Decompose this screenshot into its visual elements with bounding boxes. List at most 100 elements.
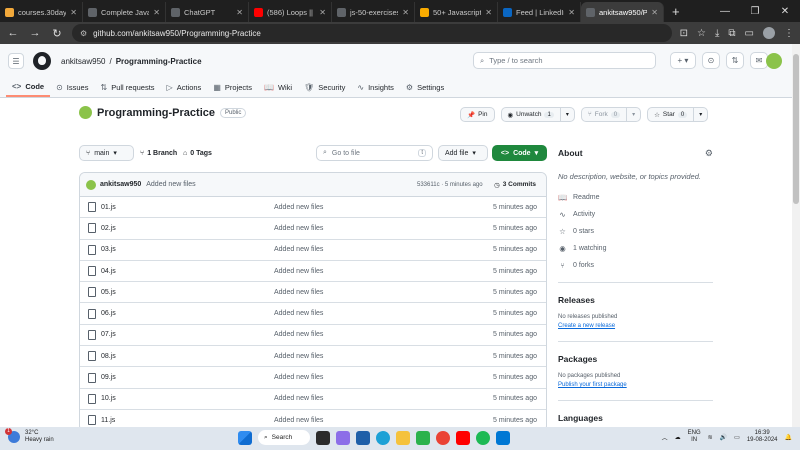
tab-close-icon[interactable]: ✕	[568, 8, 575, 17]
browser-tab[interactable]: courses.30days... ✕	[0, 2, 83, 22]
vscode-icon[interactable]	[496, 430, 510, 445]
weather-widget[interactable]: 32°C Heavy rain	[5, 428, 54, 444]
chrome-icon[interactable]	[436, 430, 450, 445]
file-commit-message[interactable]: Added new files	[274, 353, 323, 360]
readme-link[interactable]: 📖 Readme	[558, 193, 713, 202]
scrollbar-thumb[interactable]	[793, 54, 799, 204]
go-to-file-input[interactable]: ⌕ Go to file t	[316, 145, 433, 161]
star-dropdown-icon[interactable]: ▾	[693, 108, 707, 121]
fork-dropdown-icon[interactable]: ▾	[626, 108, 640, 121]
tab-wiki[interactable]: 📖 Wiki	[258, 78, 298, 97]
spotify-icon[interactable]	[476, 430, 490, 445]
file-name[interactable]: 02.js	[101, 225, 116, 232]
add-file-button[interactable]: Add file ▾	[438, 145, 488, 161]
browser-tab[interactable]: ankitsaw950/Pr...✕	[581, 2, 664, 22]
commits-link[interactable]: ◷ 3 Commits	[494, 181, 536, 189]
code-button[interactable]: <> Code ▾	[492, 145, 547, 161]
page-scrollbar[interactable]	[792, 44, 800, 427]
file-commit-message[interactable]: Added new files	[274, 289, 323, 296]
copilot-icon[interactable]	[336, 430, 350, 445]
profile-avatar[interactable]	[763, 27, 775, 39]
repo-link[interactable]: Programming-Practice	[116, 57, 202, 66]
reload-icon[interactable]: ↻	[50, 27, 64, 40]
tab-close-icon[interactable]: ✕	[651, 8, 658, 17]
file-name[interactable]: 03.js	[101, 246, 116, 253]
watch-button[interactable]: ◉ Unwatch 1 ▾	[500, 107, 575, 122]
site-info-icon[interactable]: ⚙	[80, 29, 87, 38]
sidepanel-icon[interactable]: ▭	[745, 28, 754, 39]
commit-meta[interactable]: 533611c · 5 minutes ago	[417, 182, 483, 188]
tab-pull-requests[interactable]: ⇅ Pull requests	[94, 78, 160, 97]
global-search-input[interactable]: ⌕ Type / to search	[473, 52, 656, 69]
create-new-button[interactable]: + ▾	[670, 52, 696, 69]
tab-issues[interactable]: ⊙ Issues	[50, 78, 94, 97]
edge-icon[interactable]	[376, 430, 390, 445]
owner-link[interactable]: ankitsaw950	[61, 57, 105, 66]
back-icon[interactable]: ←	[6, 27, 20, 39]
cloud-icon[interactable]: ☁	[675, 434, 681, 441]
browser-tab[interactable]: Complete JavaS... ✕	[83, 2, 166, 22]
notifications-icon[interactable]: 🔔	[785, 434, 792, 441]
tab-close-icon[interactable]: ✕	[485, 8, 492, 17]
star-button[interactable]: ☆ Star 0 ▾	[647, 107, 709, 122]
branch-select[interactable]: ⑂ main ▾	[79, 145, 134, 161]
fork-button[interactable]: ⑂ Fork 0 ▾	[580, 107, 642, 122]
windows-start-icon[interactable]	[238, 430, 252, 445]
tab-close-icon[interactable]: ✕	[236, 8, 243, 17]
bookmark-star-icon[interactable]: ☆	[697, 28, 706, 39]
file-name[interactable]: 08.js	[101, 353, 116, 360]
gear-icon[interactable]: ⚙	[705, 148, 713, 159]
minimize-icon[interactable]: —	[710, 6, 740, 17]
task-view-icon[interactable]	[316, 430, 330, 445]
forks-link[interactable]: ⑂ 0 forks	[558, 261, 713, 270]
file-name[interactable]: 05.js	[101, 289, 116, 296]
tab-settings[interactable]: ⚙ Settings	[400, 78, 450, 97]
store-icon[interactable]	[356, 430, 370, 445]
file-name[interactable]: 07.js	[101, 331, 116, 338]
download-icon[interactable]: ⤓	[715, 28, 719, 39]
tab-security[interactable]: 🛡 Security	[298, 78, 351, 97]
maximize-icon[interactable]: ❐	[740, 6, 770, 17]
hamburger-menu-icon[interactable]: ☰	[8, 53, 24, 69]
install-icon[interactable]: ⊡	[680, 28, 688, 39]
file-name[interactable]: 06.js	[101, 310, 116, 317]
file-name[interactable]: 11.js	[101, 417, 115, 424]
browser-menu-icon[interactable]: ⋮	[784, 28, 794, 39]
watching-link[interactable]: ◉ 1 watching	[558, 244, 713, 253]
pull-requests-icon[interactable]: ⇅	[726, 52, 744, 69]
file-commit-message[interactable]: Added new files	[274, 310, 323, 317]
stars-link[interactable]: ☆ 0 stars	[558, 227, 713, 236]
taskbar-search[interactable]: ⌕ Search	[258, 430, 310, 445]
address-bar[interactable]: ⚙ github.com/ankitsaw950/Programming-Pra…	[72, 24, 672, 42]
file-commit-message[interactable]: Added new files	[274, 374, 323, 381]
activity-link[interactable]: ∿ Activity	[558, 210, 713, 219]
language-indicator[interactable]: ENG IN	[688, 430, 701, 444]
file-commit-message[interactable]: Added new files	[274, 225, 323, 232]
github-logo-icon[interactable]	[33, 52, 51, 70]
releases-heading[interactable]: Releases	[558, 295, 713, 305]
tab-projects[interactable]: ▦ Projects	[207, 78, 258, 97]
close-window-icon[interactable]: ✕	[770, 6, 800, 17]
app-icon[interactable]	[416, 430, 430, 445]
file-commit-message[interactable]: Added new files	[274, 246, 323, 253]
browser-tab[interactable]: js-50-exercises/... ✕	[332, 2, 415, 22]
extensions-icon[interactable]: ⧉	[728, 28, 735, 39]
tab-close-icon[interactable]: ✕	[70, 8, 77, 17]
browser-tab[interactable]: ChatGPT ✕	[166, 2, 249, 22]
file-commit-message[interactable]: Added new files	[274, 268, 323, 275]
user-avatar[interactable]	[766, 53, 782, 69]
tab-code[interactable]: <> Code	[6, 78, 51, 97]
battery-icon[interactable]: ▭	[734, 434, 740, 441]
file-commit-message[interactable]: Added new files	[274, 331, 323, 338]
file-name[interactable]: 04.js	[101, 268, 116, 275]
file-name[interactable]: 01.js	[101, 204, 116, 211]
file-commit-message[interactable]: Added new files	[274, 417, 323, 424]
tab-actions[interactable]: ▷ Actions	[161, 78, 208, 97]
browser-tab[interactable]: (586) Loops || Ja... ✕	[249, 2, 332, 22]
tags-link[interactable]: ⌂ 0 Tags	[183, 145, 212, 161]
tab-close-icon[interactable]: ✕	[319, 8, 326, 17]
tab-close-icon[interactable]: ✕	[402, 8, 409, 17]
watch-dropdown-icon[interactable]: ▾	[559, 108, 574, 121]
repo-name[interactable]: Programming-Practice	[97, 107, 215, 119]
issues-icon[interactable]: ⊙	[702, 52, 720, 69]
